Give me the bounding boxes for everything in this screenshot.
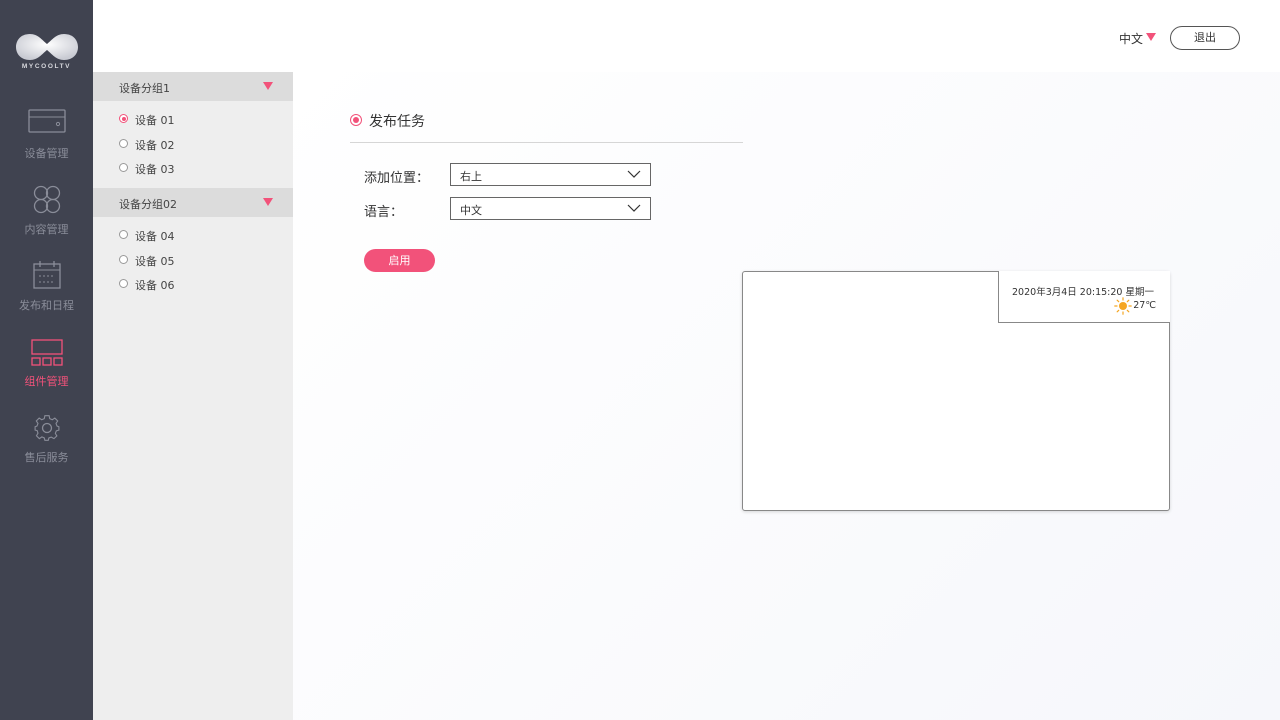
- widget-temperature: 27℃: [1133, 300, 1156, 311]
- brand-logo: MYCOOLTV: [0, 28, 93, 74]
- language-label: 语言：: [364, 205, 404, 220]
- device-group-header[interactable]: 设备分组02: [93, 188, 293, 217]
- divider: [350, 142, 743, 143]
- position-select[interactable]: 右上: [450, 163, 651, 186]
- main-content: 发布任务 添加位置： 右上 语言： 中文 启用 2020年3月4日 20:15:…: [293, 72, 1280, 720]
- nav-item-after-sales[interactable]: 售后服务: [0, 412, 93, 478]
- brand-name: MYCOOLTV: [21, 63, 72, 70]
- widget-layout-icon: [31, 339, 63, 366]
- task-title: 发布任务: [369, 114, 425, 130]
- device-group-title: 设备分组1: [119, 82, 170, 95]
- top-bar: 中文 退出: [93, 0, 1280, 72]
- nav-item-publish-schedule[interactable]: 发布和日程: [0, 260, 93, 326]
- chevron-down-icon: [627, 204, 641, 212]
- language-selector[interactable]: 中文: [1119, 30, 1143, 47]
- enable-button[interactable]: 启用: [364, 249, 435, 272]
- device-label: 设备 05: [135, 255, 175, 268]
- task-radio-button[interactable]: [350, 114, 362, 126]
- nav-label: 售后服务: [24, 451, 69, 464]
- grid-circles-icon: [33, 185, 61, 214]
- nav-item-widget-management[interactable]: 组件管理: [0, 336, 93, 402]
- nav-item-content-management[interactable]: 内容管理: [0, 184, 93, 250]
- nav-item-device-management[interactable]: 设备管理: [0, 108, 93, 174]
- gear-icon: [34, 415, 60, 441]
- chevron-down-icon: [627, 170, 641, 178]
- language-value: 中文: [460, 204, 482, 217]
- device-label: 设备 02: [135, 139, 175, 152]
- widget-datetime: 2020年3月4日 20:15:20 星期一: [1012, 287, 1154, 298]
- monitor-icon: [28, 109, 66, 133]
- position-label: 添加位置：: [364, 171, 430, 186]
- device-group-header[interactable]: 设备分组1: [93, 72, 293, 101]
- calendar-icon: [33, 261, 61, 289]
- position-value: 右上: [460, 170, 482, 183]
- device-label: 设备 03: [135, 163, 175, 176]
- device-panel: 设备分组1 设备 01 设备 02 设备 03 设备分组02 设备 04 设备 …: [93, 72, 293, 720]
- radio-button[interactable]: [119, 163, 128, 172]
- nav-label: 组件管理: [24, 375, 69, 388]
- caret-down-icon[interactable]: [263, 82, 273, 90]
- radio-button[interactable]: [119, 255, 128, 264]
- caret-down-icon[interactable]: [263, 198, 273, 206]
- screen-preview: 2020年3月4日 20:15:20 星期一 27℃: [742, 271, 1170, 511]
- radio-button[interactable]: [119, 230, 128, 239]
- nav-label: 设备管理: [24, 147, 69, 160]
- device-group-title: 设备分组02: [119, 198, 177, 211]
- sun-icon: [1114, 297, 1132, 315]
- logo-icon: [16, 34, 78, 60]
- language-select[interactable]: 中文: [450, 197, 651, 220]
- main-nav: MYCOOLTV 设备管理 内容管理 发布和日程 组件管理 售后服务: [0, 0, 93, 720]
- logout-button[interactable]: 退出: [1170, 26, 1240, 50]
- caret-down-icon[interactable]: [1146, 33, 1156, 41]
- radio-button[interactable]: [119, 279, 128, 288]
- nav-label: 内容管理: [24, 223, 69, 236]
- device-label: 设备 06: [135, 279, 175, 292]
- device-label: 设备 01: [135, 114, 175, 127]
- radio-button[interactable]: [119, 114, 128, 123]
- radio-button[interactable]: [119, 139, 128, 148]
- nav-label: 发布和日程: [19, 299, 74, 312]
- device-label: 设备 04: [135, 230, 175, 243]
- datetime-weather-widget: 2020年3月4日 20:15:20 星期一 27℃: [998, 271, 1170, 323]
